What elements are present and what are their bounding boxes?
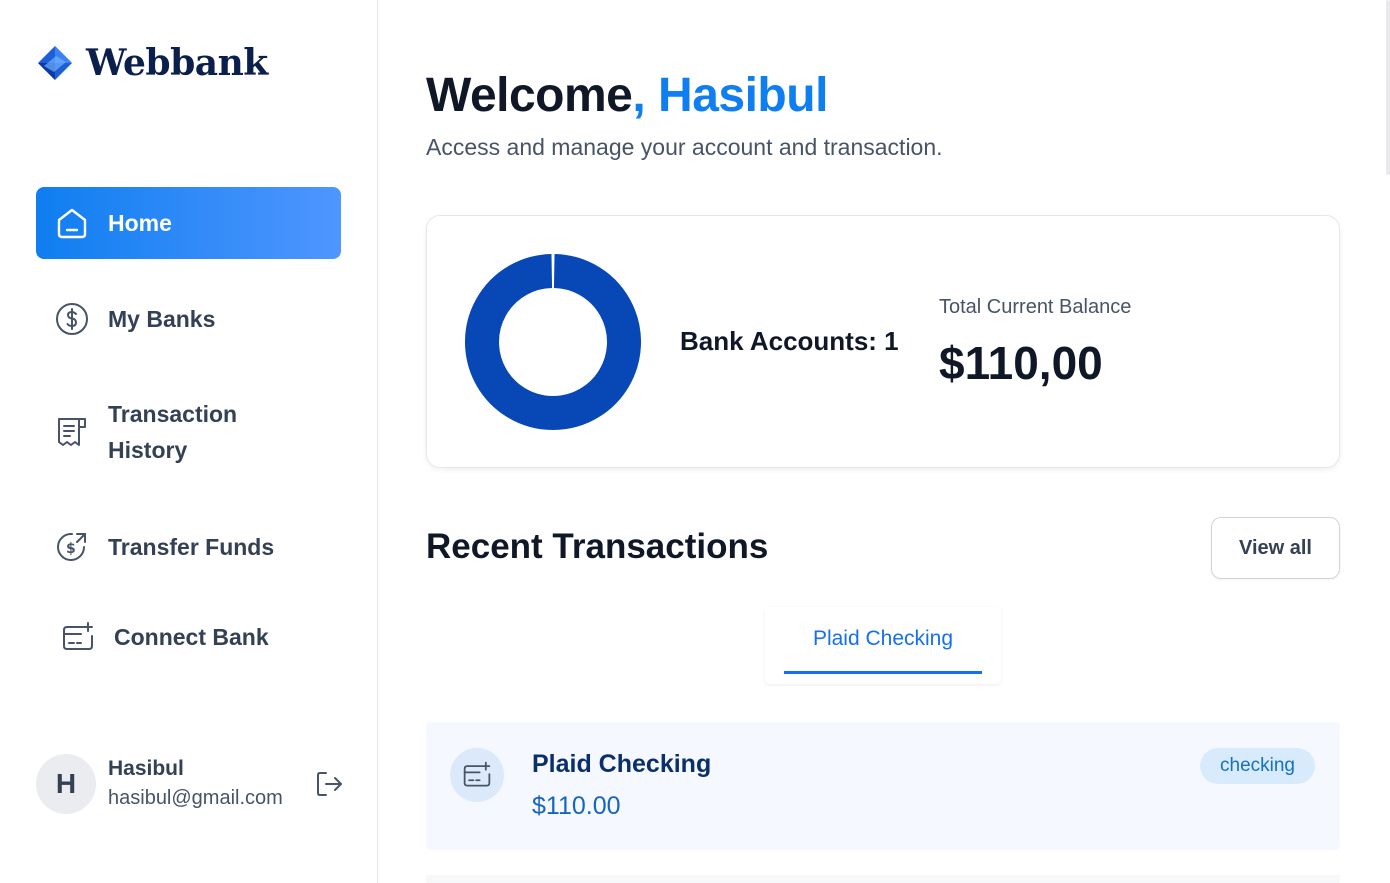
logout-icon xyxy=(317,772,342,796)
page-subtitle: Access and manage your account and trans… xyxy=(426,134,943,160)
total-balance-label: Total Current Balance xyxy=(939,296,1132,318)
sidebar-item-transfer-funds[interactable]: $ Transfer Funds xyxy=(36,524,341,570)
dollar-circle-icon xyxy=(54,301,90,337)
svg-text:$: $ xyxy=(66,541,76,557)
card-add-icon xyxy=(60,619,96,655)
bank-account-name: Plaid Checking xyxy=(532,750,712,778)
total-balance-value: $110,00 xyxy=(939,337,1103,389)
bank-account-item[interactable] xyxy=(426,875,1340,883)
receipt-icon xyxy=(54,414,90,450)
recent-transactions-title: Recent Transactions xyxy=(426,527,769,566)
card-add-icon xyxy=(450,748,504,802)
scrollbar[interactable] xyxy=(1386,0,1390,175)
user-name: Hasibul xyxy=(108,757,184,780)
sidebar-item-my-banks[interactable]: My Banks xyxy=(36,296,341,342)
bank-tabs: Plaid Checking xyxy=(765,607,1001,684)
welcome-text: Welcome xyxy=(426,69,633,122)
tab-plaid-checking[interactable]: Plaid Checking xyxy=(784,607,982,674)
money-send-icon: $ xyxy=(54,529,90,565)
bank-account-amount: $110.00 xyxy=(532,792,621,820)
total-balance-card: Bank Accounts: 1 Total Current Balance $… xyxy=(426,215,1340,468)
account-type-badge: checking xyxy=(1200,748,1315,784)
user-name-highlight: , Hasibul xyxy=(632,69,828,122)
sidebar-item-label: Transaction History xyxy=(108,401,238,463)
bank-account-item[interactable]: Plaid Checking $110.00 checking xyxy=(426,722,1340,850)
balance-donut-chart xyxy=(465,254,641,430)
sidebar-item-connect-bank[interactable]: Connect Bank xyxy=(36,614,341,660)
sidebar-item-home[interactable]: Home xyxy=(36,187,341,259)
user-profile: H Hasibul hasibul@gmail.com xyxy=(36,754,346,814)
sidebar-item-label: Connect Bank xyxy=(114,624,269,650)
main-content: Welcome, Hasibul Access and manage your … xyxy=(378,0,1390,883)
diamond-logo-icon xyxy=(38,46,72,80)
donut-slice-plaid-checking xyxy=(465,254,641,430)
avatar[interactable]: H xyxy=(36,754,96,814)
logout-button[interactable] xyxy=(312,767,346,801)
page-title: Welcome, Hasibul xyxy=(426,68,828,123)
brand-name: Webbank xyxy=(86,42,268,84)
sidebar-item-label: Home xyxy=(108,210,172,236)
brand-logo[interactable]: Webbank xyxy=(36,42,268,84)
sidebar-item-label: Transfer Funds xyxy=(108,534,275,560)
user-info: Hasibul hasibul@gmail.com xyxy=(108,755,312,813)
user-email: hasibul@gmail.com xyxy=(108,787,283,809)
bank-accounts-count: Bank Accounts: 1 xyxy=(680,326,899,356)
sidebar-item-transaction-history[interactable]: Transaction History xyxy=(36,394,341,470)
view-all-button[interactable]: View all xyxy=(1211,517,1340,579)
sidebar: Webbank Home My Banks Transaction Histor… xyxy=(0,0,378,883)
home-icon xyxy=(54,205,90,241)
sidebar-item-label: My Banks xyxy=(108,306,216,332)
